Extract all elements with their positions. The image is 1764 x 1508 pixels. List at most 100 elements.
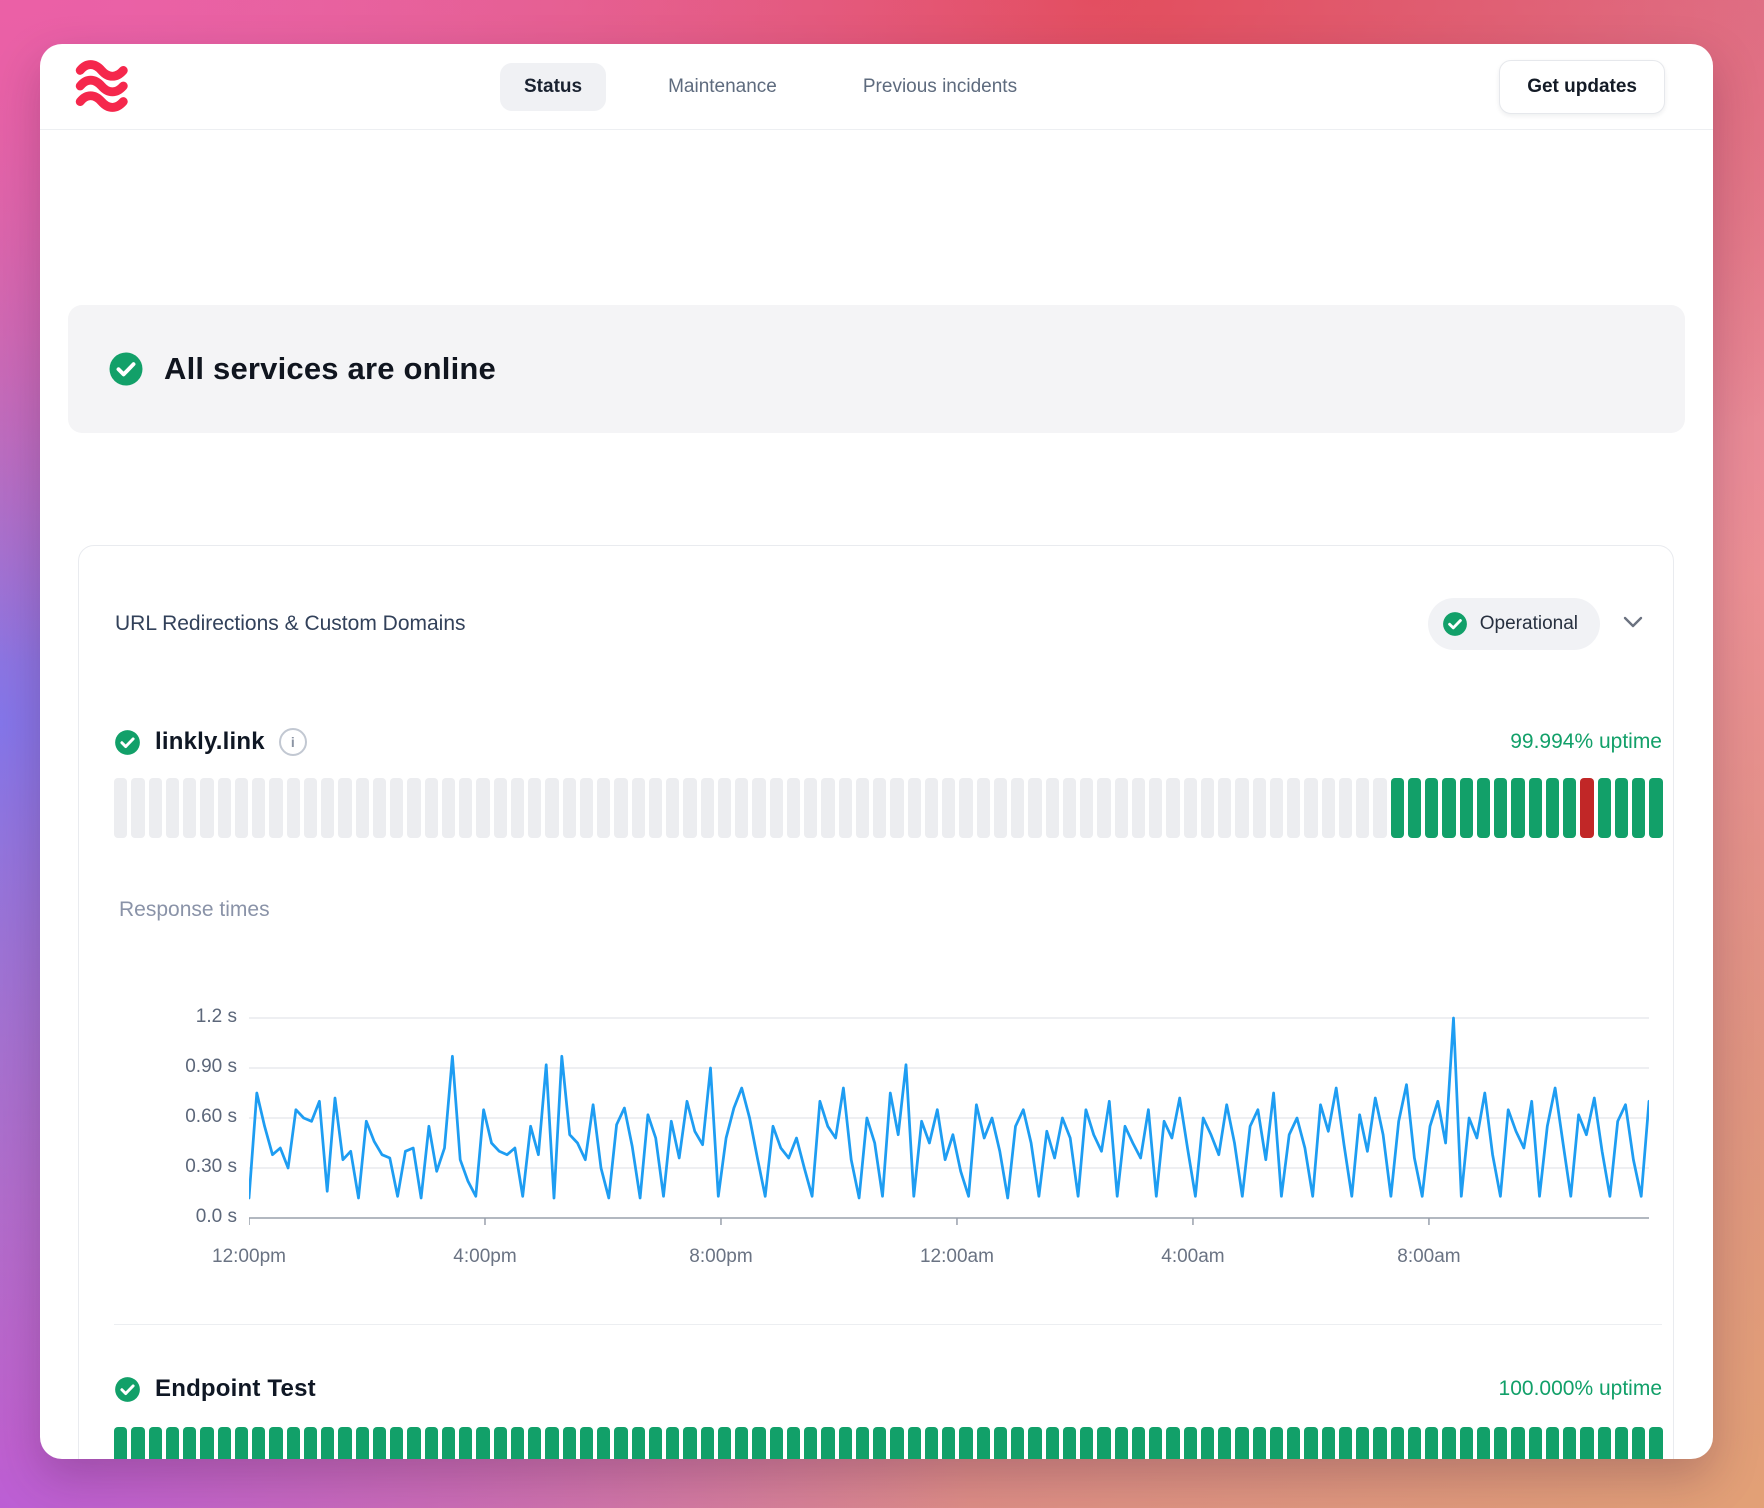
uptime-bar-segment[interactable] xyxy=(1322,778,1335,838)
uptime-bar-segment[interactable] xyxy=(1356,778,1369,838)
uptime-bar-segment[interactable] xyxy=(1494,1427,1507,1459)
uptime-bar-segment[interactable] xyxy=(1115,778,1128,838)
uptime-bar-segment[interactable] xyxy=(1339,778,1352,838)
uptime-bar-segment[interactable] xyxy=(373,1427,386,1459)
uptime-bar-segment[interactable] xyxy=(821,1427,834,1459)
uptime-bar-segment[interactable] xyxy=(718,1427,731,1459)
uptime-bar-segment[interactable] xyxy=(287,1427,300,1459)
uptime-bar-segment[interactable] xyxy=(1218,778,1231,838)
uptime-bar-segment[interactable] xyxy=(1356,1427,1369,1459)
uptime-bar-segment[interactable] xyxy=(1184,1427,1197,1459)
uptime-bar-segment[interactable] xyxy=(1132,778,1145,838)
uptime-bar-segment[interactable] xyxy=(459,1427,472,1459)
uptime-bar-segment[interactable] xyxy=(200,778,213,838)
uptime-bar-segment[interactable] xyxy=(1408,1427,1421,1459)
uptime-bar-segment[interactable] xyxy=(580,778,593,838)
uptime-bar-segment[interactable] xyxy=(1615,1427,1628,1459)
uptime-bar-segment[interactable] xyxy=(787,1427,800,1459)
uptime-bar-segment[interactable] xyxy=(994,778,1007,838)
uptime-bar-segment[interactable] xyxy=(494,778,507,838)
uptime-bar-segment[interactable] xyxy=(580,1427,593,1459)
uptime-bar-segment[interactable] xyxy=(1460,1427,1473,1459)
uptime-bar-segment[interactable] xyxy=(735,1427,748,1459)
uptime-bar-segment[interactable] xyxy=(563,1427,576,1459)
uptime-bar-segment[interactable] xyxy=(1235,1427,1248,1459)
uptime-bar-segment[interactable] xyxy=(787,778,800,838)
linkly-logo-icon[interactable] xyxy=(75,59,129,113)
uptime-bar-segment[interactable] xyxy=(1304,1427,1317,1459)
uptime-bar-segment[interactable] xyxy=(1166,778,1179,838)
uptime-bar-segment[interactable] xyxy=(1011,1427,1024,1459)
uptime-bar-segment[interactable] xyxy=(770,1427,783,1459)
uptime-bar-segment[interactable] xyxy=(1080,1427,1093,1459)
uptime-bar-segment[interactable] xyxy=(1287,1427,1300,1459)
uptime-bar-segment[interactable] xyxy=(442,778,455,838)
uptime-bar-segment[interactable] xyxy=(839,778,852,838)
uptime-bar-segment[interactable] xyxy=(166,778,179,838)
uptime-bar-segment[interactable] xyxy=(1563,778,1576,838)
uptime-bar-segment[interactable] xyxy=(166,1427,179,1459)
uptime-bar-segment[interactable] xyxy=(908,778,921,838)
uptime-bar-segment[interactable] xyxy=(1132,1427,1145,1459)
uptime-bar-segment[interactable] xyxy=(131,778,144,838)
uptime-bar-segment[interactable] xyxy=(1166,1427,1179,1459)
uptime-bar-segment[interactable] xyxy=(977,1427,990,1459)
uptime-bar-segment[interactable] xyxy=(269,1427,282,1459)
uptime-bar-segment[interactable] xyxy=(1270,778,1283,838)
uptime-bar-segment[interactable] xyxy=(425,778,438,838)
uptime-bar-segment[interactable] xyxy=(821,778,834,838)
uptime-bar-segment[interactable] xyxy=(1408,778,1421,838)
get-updates-button[interactable]: Get updates xyxy=(1499,60,1665,114)
uptime-bar-segment[interactable] xyxy=(1028,1427,1041,1459)
uptime-bar-segment[interactable] xyxy=(1218,1427,1231,1459)
uptime-bar-segment[interactable] xyxy=(1425,778,1438,838)
uptime-bar-segment[interactable] xyxy=(1442,778,1455,838)
uptime-bar-segment[interactable] xyxy=(494,1427,507,1459)
uptime-bar-segment[interactable] xyxy=(1529,778,1542,838)
uptime-bar-segment[interactable] xyxy=(235,1427,248,1459)
uptime-bar-segment[interactable] xyxy=(321,1427,334,1459)
uptime-bar-segment[interactable] xyxy=(683,778,696,838)
uptime-bar-segment[interactable] xyxy=(1235,778,1248,838)
uptime-bar-segment[interactable] xyxy=(218,778,231,838)
uptime-bar-segment[interactable] xyxy=(1598,1427,1611,1459)
uptime-bar-segment[interactable] xyxy=(476,778,489,838)
uptime-bar-segment[interactable] xyxy=(149,1427,162,1459)
uptime-bar-segment[interactable] xyxy=(977,778,990,838)
uptime-bar-segment[interactable] xyxy=(131,1427,144,1459)
uptime-bar-segment[interactable] xyxy=(752,1427,765,1459)
uptime-bar-segment[interactable] xyxy=(718,778,731,838)
uptime-bar-segment[interactable] xyxy=(1028,778,1041,838)
uptime-bar-segment[interactable] xyxy=(632,1427,645,1459)
uptime-bar-segment[interactable] xyxy=(1649,778,1662,838)
uptime-bar-segment[interactable] xyxy=(1097,778,1110,838)
uptime-bar-segment[interactable] xyxy=(218,1427,231,1459)
uptime-bar-segment[interactable] xyxy=(1563,1427,1576,1459)
uptime-bar-segment[interactable] xyxy=(1529,1427,1542,1459)
uptime-bar-segment[interactable] xyxy=(1511,778,1524,838)
uptime-bar-segment[interactable] xyxy=(632,778,645,838)
uptime-bar-segment[interactable] xyxy=(666,1427,679,1459)
uptime-bar-segment[interactable] xyxy=(735,778,748,838)
uptime-bar-segment[interactable] xyxy=(942,778,955,838)
uptime-bar-segment[interactable] xyxy=(1373,1427,1386,1459)
uptime-bar-segment[interactable] xyxy=(873,1427,886,1459)
uptime-bar-segment[interactable] xyxy=(1477,1427,1490,1459)
uptime-bar-segment[interactable] xyxy=(1253,1427,1266,1459)
uptime-bar-segment[interactable] xyxy=(597,778,610,838)
uptime-bar-segment[interactable] xyxy=(373,778,386,838)
uptime-bar-segment[interactable] xyxy=(390,1427,403,1459)
uptime-bar-segment[interactable] xyxy=(1477,778,1490,838)
uptime-bar-segment[interactable] xyxy=(1063,778,1076,838)
uptime-bar-segment[interactable] xyxy=(597,1427,610,1459)
uptime-bar-segment[interactable] xyxy=(1580,778,1593,838)
uptime-bar-segment[interactable] xyxy=(114,778,127,838)
uptime-bar-segment[interactable] xyxy=(856,1427,869,1459)
uptime-bar-segment[interactable] xyxy=(459,778,472,838)
uptime-bar-segment[interactable] xyxy=(1046,1427,1059,1459)
uptime-bar-segment[interactable] xyxy=(942,1427,955,1459)
uptime-bar-segment[interactable] xyxy=(1460,778,1473,838)
uptime-bar-segment[interactable] xyxy=(925,778,938,838)
uptime-bar-segment[interactable] xyxy=(149,778,162,838)
uptime-bar-segment[interactable] xyxy=(856,778,869,838)
